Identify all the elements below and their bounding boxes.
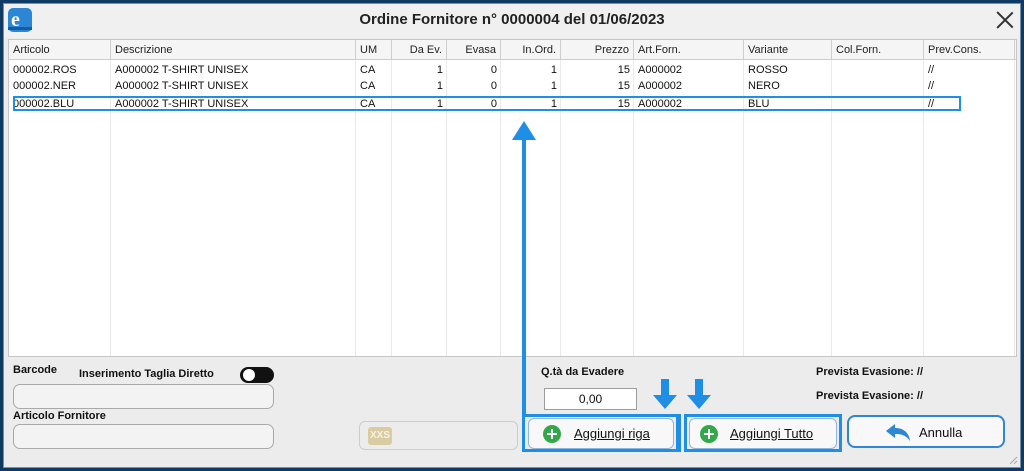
cell-da-ev: 1 (436, 64, 443, 76)
cell-prev-cons: // (928, 64, 935, 76)
table-row[interactable]: 000002.NER A000002 T-SHIRT UNISEX CA 1 0… (9, 78, 1016, 94)
direct-size-toggle[interactable] (240, 367, 274, 383)
cell-um: CA (360, 64, 376, 76)
barcode-input[interactable] (13, 384, 274, 409)
cell-prezzo: 15 (617, 64, 630, 76)
annotation-down-arrow-icon (653, 379, 677, 411)
supplier-article-input[interactable] (13, 424, 274, 449)
col-header-variante[interactable]: Variante (744, 40, 832, 60)
annotation-up-arrow-icon (512, 121, 536, 140)
annotation-line (522, 139, 526, 416)
order-dialog: e Ordine Fornitore n° 0000004 del 01/06/… (3, 3, 1021, 468)
dialog-title: Ordine Fornitore n° 0000004 del 01/06/20… (359, 11, 665, 28)
add-row-button-label: Aggiungi riga (574, 426, 650, 441)
size-grid-button[interactable]: XXS (359, 421, 518, 450)
cell-um: CA (360, 80, 376, 92)
cell-art-forn: A000002 (638, 80, 683, 92)
selected-row-highlight (13, 96, 961, 111)
cancel-button-label: Annulla (919, 425, 963, 440)
close-icon[interactable] (994, 9, 1016, 31)
cell-articolo: 000002.ROS (13, 64, 77, 76)
cell-col-forn (832, 78, 924, 94)
plus-circle-icon (700, 425, 718, 443)
title-bar: e Ordine Fornitore n° 0000004 del 01/06/… (4, 4, 1020, 38)
cell-in-ord: 1 (550, 80, 557, 92)
col-header-um[interactable]: UM (356, 40, 392, 60)
add-all-button-label: Aggiungi Tutto (730, 426, 814, 441)
supplier-article-label: Articolo Fornitore (13, 410, 106, 422)
cell-variante: ROSSO (748, 64, 788, 76)
col-header-evasa[interactable]: Evasa (447, 40, 501, 60)
cell-descrizione: A000002 T-SHIRT UNISEX (115, 80, 249, 92)
col-header-in-ord[interactable]: In.Ord. (501, 40, 561, 60)
col-header-col-forn[interactable]: Col.Forn. (832, 40, 924, 60)
direct-size-label: Inserimento Taglia Diretto (79, 368, 214, 380)
qty-input[interactable]: 0,00 (544, 388, 637, 410)
toggle-knob (243, 369, 255, 381)
cell-variante: NERO (748, 80, 780, 92)
cell-articolo: 000002.NER (13, 80, 76, 92)
cell-prev-cons: // (928, 80, 935, 92)
col-header-art-forn[interactable]: Art.Forn. (634, 40, 744, 60)
add-all-button[interactable]: Aggiungi Tutto (689, 418, 837, 449)
cell-evasa: 0 (490, 64, 497, 76)
barcode-label: Barcode (13, 364, 58, 376)
col-header-da-ev[interactable]: Da Ev. (392, 40, 447, 60)
cell-in-ord: 1 (550, 64, 557, 76)
prev-evasione-2: Prevista Evasione: // (816, 390, 923, 402)
qty-label: Q.tà da Evadere (541, 366, 625, 378)
cell-da-ev: 1 (436, 80, 443, 92)
cell-prezzo: 15 (617, 80, 630, 92)
col-header-descrizione[interactable]: Descrizione (111, 40, 356, 60)
xxs-size-icon: XXS (368, 427, 392, 445)
resize-grip-icon[interactable] (1008, 455, 1018, 465)
col-header-prezzo[interactable]: Prezzo (561, 40, 634, 60)
plus-circle-icon (543, 425, 561, 443)
grid-header: Articolo Descrizione UM Da Ev. Evasa In.… (9, 40, 1016, 60)
cell-descrizione: A000002 T-SHIRT UNISEX (115, 64, 249, 76)
cancel-button[interactable]: Annulla (847, 415, 1005, 448)
col-header-prev-cons[interactable]: Prev.Cons. (924, 40, 1015, 60)
cell-col-forn (832, 62, 924, 78)
col-header-articolo[interactable]: Articolo (9, 40, 111, 60)
annotation-down-arrow-icon (687, 379, 711, 411)
add-row-button[interactable]: Aggiungi riga (528, 418, 674, 449)
table-row[interactable]: 000002.ROS A000002 T-SHIRT UNISEX CA 1 0… (9, 62, 1016, 78)
cell-evasa: 0 (490, 80, 497, 92)
order-lines-grid[interactable]: Articolo Descrizione UM Da Ev. Evasa In.… (8, 39, 1017, 357)
cell-art-forn: A000002 (638, 64, 683, 76)
undo-arrow-icon (886, 424, 910, 441)
prev-evasione-1: Prevista Evasione: // (816, 366, 923, 378)
